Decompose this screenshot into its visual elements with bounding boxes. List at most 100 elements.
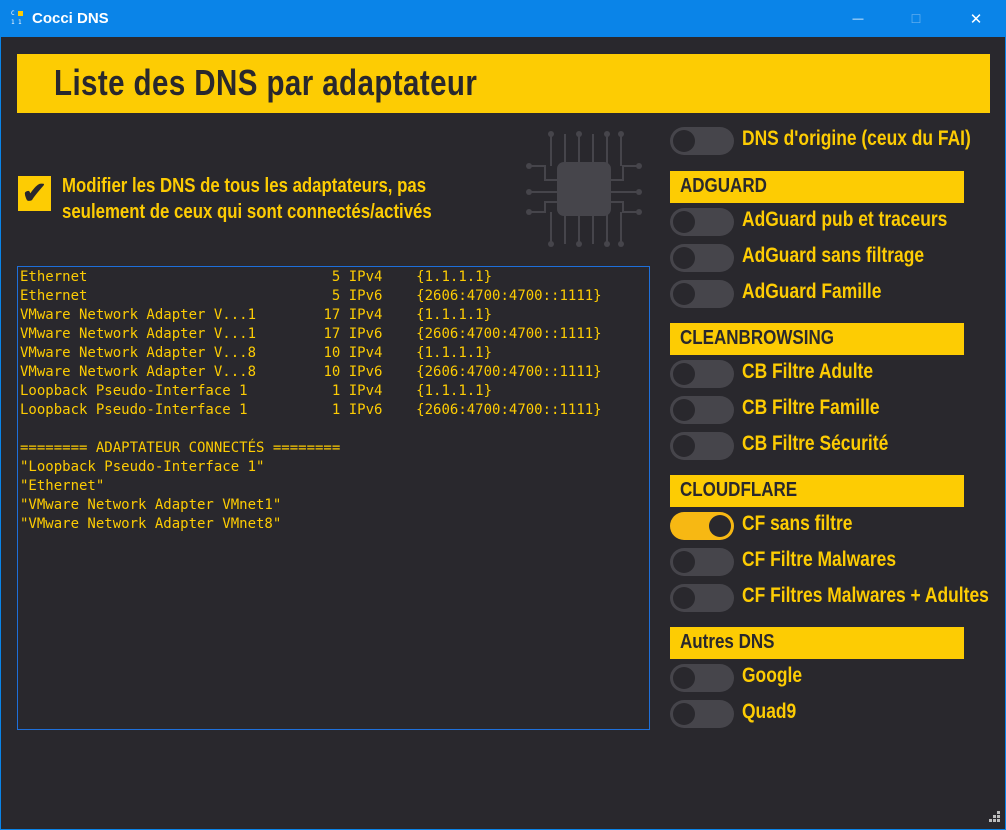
console-connected-adapter: "Ethernet"	[20, 478, 105, 494]
console-dns: {1.1.1.1}	[416, 345, 493, 361]
console-row: VMware Network Adapter V...8 10 IPv4 {1.…	[20, 344, 649, 363]
console-dns: {1.1.1.1}	[416, 307, 493, 323]
minimize-icon: —	[852, 13, 864, 25]
console-dns: {2606:4700:4700::1111}	[416, 288, 602, 304]
console-connected-header: ======== ADAPTATEUR CONNECTÉS ========	[20, 440, 341, 456]
section-header: CLEANBROWSING	[670, 323, 964, 355]
toggle-label: CB Filtre Sécurité	[742, 432, 889, 455]
toggle-label: CF Filtres Malwares + Adultes	[742, 584, 989, 607]
toggle-knob	[709, 515, 731, 537]
toggle-label: AdGuard Famille	[742, 280, 882, 303]
app-logo-glyph: 1	[18, 19, 22, 26]
console-row: Ethernet 5 IPv4 {1.1.1.1}	[20, 268, 649, 287]
toggle-knob	[673, 435, 695, 457]
console-connected-adapter: "VMware Network Adapter VMnet8"	[20, 516, 282, 532]
console-family: IPv4	[348, 269, 417, 285]
console-adapter: Loopback Pseudo-Interface 1	[20, 383, 324, 399]
console-adapter: Loopback Pseudo-Interface 1	[20, 402, 324, 418]
toggle-switch[interactable]	[670, 244, 734, 272]
checkmark-icon: ✔	[21, 176, 48, 210]
section-header: CLOUDFLARE	[670, 475, 964, 507]
console-connected-adapter: "VMware Network Adapter VMnet1"	[20, 497, 282, 513]
console-family: IPv6	[348, 288, 417, 304]
toggle-knob	[673, 551, 695, 573]
toggle-switch[interactable]	[670, 360, 734, 388]
toggle-label: CB Filtre Famille	[742, 396, 880, 419]
toggle-switch[interactable]	[670, 584, 734, 612]
toggle-knob	[673, 247, 695, 269]
console-row: VMware Network Adapter V...1 17 IPv6 {26…	[20, 325, 649, 344]
toggle-switch[interactable]	[670, 280, 734, 308]
toggle-switch[interactable]	[670, 396, 734, 424]
cpu-chip-icon	[526, 131, 642, 247]
toggle-label: CB Filtre Adulte	[742, 360, 874, 383]
toggle-switch[interactable]	[670, 127, 734, 155]
section-header: Autres DNS	[670, 627, 964, 659]
section-title: ADGUARD	[680, 175, 767, 197]
console-family: IPv4	[348, 383, 417, 399]
page-title: Liste des DNS par adaptateur	[54, 62, 478, 103]
section-title: Autres DNS	[680, 631, 775, 653]
toggle-switch[interactable]	[670, 700, 734, 728]
toggle-switch[interactable]	[670, 432, 734, 460]
toggle-knob	[673, 211, 695, 233]
console-adapter: Ethernet	[20, 269, 324, 285]
toggle-label: Google	[742, 664, 803, 687]
toggle-knob	[673, 667, 695, 689]
console-adapter: VMware Network Adapter V...1	[20, 326, 324, 342]
console-row: Loopback Pseudo-Interface 1 1 IPv4 {1.1.…	[20, 382, 649, 401]
toggle-switch[interactable]	[670, 664, 734, 692]
maximize-icon: ☐	[910, 12, 922, 26]
header-banner: Liste des DNS par adaptateur	[17, 54, 990, 113]
console-family: IPv6	[348, 364, 417, 380]
toggle-label: CF Filtre Malwares	[742, 548, 897, 571]
toggle-switch[interactable]	[670, 512, 734, 540]
app-logo-square	[18, 11, 23, 16]
app-logo-glyph: 1	[11, 19, 15, 26]
section-title: CLOUDFLARE	[680, 479, 798, 501]
app-logo-glyph: C	[11, 10, 15, 17]
console-family: IPv6	[348, 402, 417, 418]
toggle-label: CF sans filtre	[742, 512, 853, 535]
console-adapter: VMware Network Adapter V...8	[20, 345, 324, 361]
console-adapter: Ethernet	[20, 288, 324, 304]
toggle-label: DNS d'origine (ceux du FAI)	[742, 127, 971, 150]
console-index: 5	[323, 288, 349, 304]
console-index: 5	[323, 269, 349, 285]
resize-grip-icon[interactable]	[988, 811, 1000, 823]
console-dns: {2606:4700:4700::1111}	[416, 364, 602, 380]
toggle-switch[interactable]	[670, 208, 734, 236]
title-bar[interactable]: C 1 1 Cocci DNS — ☐ ✕	[1, 1, 1005, 37]
toggle-knob	[673, 130, 695, 152]
console-index: 10	[323, 364, 349, 380]
minimize-button[interactable]: —	[835, 1, 881, 37]
toggle-knob	[673, 587, 695, 609]
console-dns: {1.1.1.1}	[416, 269, 493, 285]
all-adapters-checkbox[interactable]: ✔	[18, 176, 51, 211]
console-row: Loopback Pseudo-Interface 1 1 IPv6 {2606…	[20, 401, 649, 420]
all-adapters-label[interactable]: Modifier les DNS de tous les adaptateurs…	[62, 173, 482, 225]
console-adapter: VMware Network Adapter V...1	[20, 307, 324, 323]
toggle-knob	[673, 399, 695, 421]
close-icon: ✕	[969, 11, 983, 28]
dns-output-console[interactable]: Ethernet 5 IPv4 {1.1.1.1} Ethernet 5 IPv6…	[17, 266, 650, 730]
toggle-label: Quad9	[742, 700, 797, 723]
console-index: 1	[323, 402, 349, 418]
app-logo-icon: C 1 1	[11, 11, 25, 27]
toggle-knob	[673, 363, 695, 385]
console-row: VMware Network Adapter V...8 10 IPv6 {26…	[20, 363, 649, 382]
console-family: IPv4	[348, 345, 417, 361]
window-title: Cocci DNS	[32, 10, 109, 27]
toggle-label: AdGuard pub et traceurs	[742, 208, 948, 231]
console-index: 17	[323, 326, 349, 342]
toggle-switch[interactable]	[670, 548, 734, 576]
console-dns: {1.1.1.1}	[416, 383, 493, 399]
console-index: 10	[323, 345, 349, 361]
console-index: 17	[323, 307, 349, 323]
console-dns: {2606:4700:4700::1111}	[416, 326, 602, 342]
close-button[interactable]: ✕	[953, 1, 999, 37]
toggle-knob	[673, 283, 695, 305]
console-row: VMware Network Adapter V...1 17 IPv4 {1.…	[20, 306, 649, 325]
console-dns: {2606:4700:4700::1111}	[416, 402, 602, 418]
